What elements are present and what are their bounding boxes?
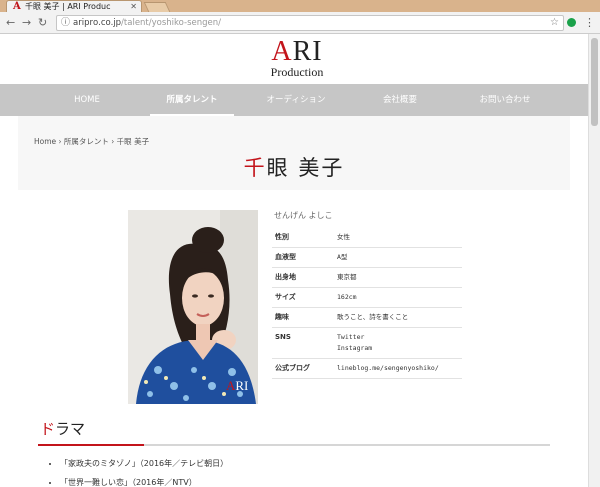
profile-row: 趣味 歌うこと、詩を書くこと — [272, 307, 462, 328]
profile-key: サイズ — [272, 287, 334, 308]
profile-key: 公式ブログ — [272, 358, 334, 379]
profile-key: SNS — [272, 327, 334, 359]
scrollbar-thumb[interactable] — [591, 38, 598, 126]
page-viewport: ARI Production HOME 所属タレント オーディション 会社概要 … — [0, 34, 588, 487]
list-item: 「世界一難しい恋」（2016年／NTV） — [60, 477, 228, 487]
profile-key: 性別 — [272, 228, 334, 248]
profile-value: 東京都 — [334, 267, 462, 288]
drama-title-rest: ラマ — [55, 420, 86, 438]
page-scrollbar[interactable] — [588, 34, 600, 487]
back-icon[interactable]: ← — [6, 15, 15, 31]
url-path: /talent/yoshiko-sengen/ — [121, 18, 222, 28]
browser-toolbar: ← → ↻ ⓘ ariprо.co.jp/talent/yoshiko-seng… — [0, 12, 600, 34]
profile-row: SNS Twitter Instagram — [272, 327, 462, 359]
profile-row: 出身地 東京都 — [272, 267, 462, 288]
logo-wordmark: ARI — [262, 38, 332, 66]
logo-letter-a: A — [271, 36, 293, 67]
profile-table: 性別 女性 血液型 A型 出身地 東京都 サイズ 162cm 趣味 歌うこと、詩を書くこと… — [272, 228, 462, 379]
browser-window: A 千眼 美子 | ARI Produc ✕ ← → ↻ ⓘ ariprо.co… — [0, 0, 600, 487]
page-title: 千眼 美子 — [0, 152, 588, 182]
sns-instagram-link[interactable]: Instagram — [337, 344, 372, 352]
drama-title-first: ド — [40, 420, 56, 438]
breadcrumb[interactable]: Home › 所属タレント › 千眼 美子 — [34, 136, 149, 147]
profile-row: 血液型 A型 — [272, 247, 462, 268]
profile-kana: せんげん よしこ — [274, 211, 333, 220]
forward-icon[interactable]: → — [22, 15, 31, 31]
nav-company[interactable]: 会社概要 — [372, 84, 428, 116]
blog-link[interactable]: lineblog.me/sengenyoshiko/ — [334, 358, 462, 379]
profile-value: 歌うこと、詩を書くこと — [334, 307, 462, 328]
profile-row: サイズ 162cm — [272, 287, 462, 308]
site-logo[interactable]: ARI Production — [262, 38, 332, 82]
tab-strip: A 千眼 美子 | ARI Produc ✕ — [0, 0, 600, 12]
profile-key: 出身地 — [272, 267, 334, 288]
drama-section-title: ドラマ — [40, 418, 85, 439]
browser-tab[interactable]: A 千眼 美子 | ARI Produc ✕ — [6, 0, 142, 12]
drama-divider-accent — [38, 444, 144, 446]
profile-key: 趣味 — [272, 307, 334, 328]
sns-twitter-link[interactable]: Twitter — [337, 333, 364, 341]
profile-value: A型 — [334, 247, 462, 268]
main-nav: HOME 所属タレント オーディション 会社概要 お問い合わせ — [0, 84, 588, 116]
nav-home[interactable]: HOME — [60, 84, 114, 116]
nav-contact[interactable]: お問い合わせ — [470, 84, 540, 116]
nav-audition[interactable]: オーディション — [258, 84, 334, 116]
address-bar[interactable]: ⓘ ariprо.co.jp/talent/yoshiko-sengen/ ☆ — [56, 15, 564, 31]
profile-photo-image — [128, 210, 258, 404]
logo-production: Production — [270, 65, 324, 79]
info-icon[interactable]: ⓘ — [61, 16, 70, 30]
drama-list: 「家政夫のミタゾノ」（2016年／テレビ朝日） 「世界一難しい恋」（2016年／… — [48, 458, 228, 487]
profile-key: 血液型 — [272, 247, 334, 268]
page-title-rest: 眼 美子 — [266, 156, 345, 180]
new-tab-button[interactable] — [143, 2, 171, 12]
reload-icon[interactable]: ↻ — [38, 15, 47, 31]
bookmark-star-icon[interactable]: ☆ — [550, 16, 559, 30]
profile-row: 性別 女性 — [272, 228, 462, 248]
profile-row: 公式ブログ lineblog.me/sengenyoshiko/ — [272, 358, 462, 379]
photo-watermark-logo: ARI — [226, 378, 249, 393]
profile-value: 女性 — [334, 228, 462, 248]
extension-icon[interactable] — [567, 18, 576, 27]
profile-photo: ARI — [128, 210, 258, 404]
url-host: ariprо.co.jp — [73, 18, 122, 28]
logo-letters-ri: RI — [292, 36, 323, 67]
profile-value: 162cm — [334, 287, 462, 308]
nav-talent[interactable]: 所属タレント — [156, 84, 228, 116]
page-title-first: 千 — [243, 156, 267, 180]
browser-menu-icon[interactable]: ⋮ — [584, 15, 595, 31]
list-item: 「家政夫のミタゾノ」（2016年／テレビ朝日） — [60, 458, 228, 469]
profile-value-sns: Twitter Instagram — [334, 327, 462, 359]
url-text[interactable]: ariprо.co.jp/talent/yoshiko-sengen/ — [73, 16, 221, 30]
drama-divider — [38, 444, 550, 446]
